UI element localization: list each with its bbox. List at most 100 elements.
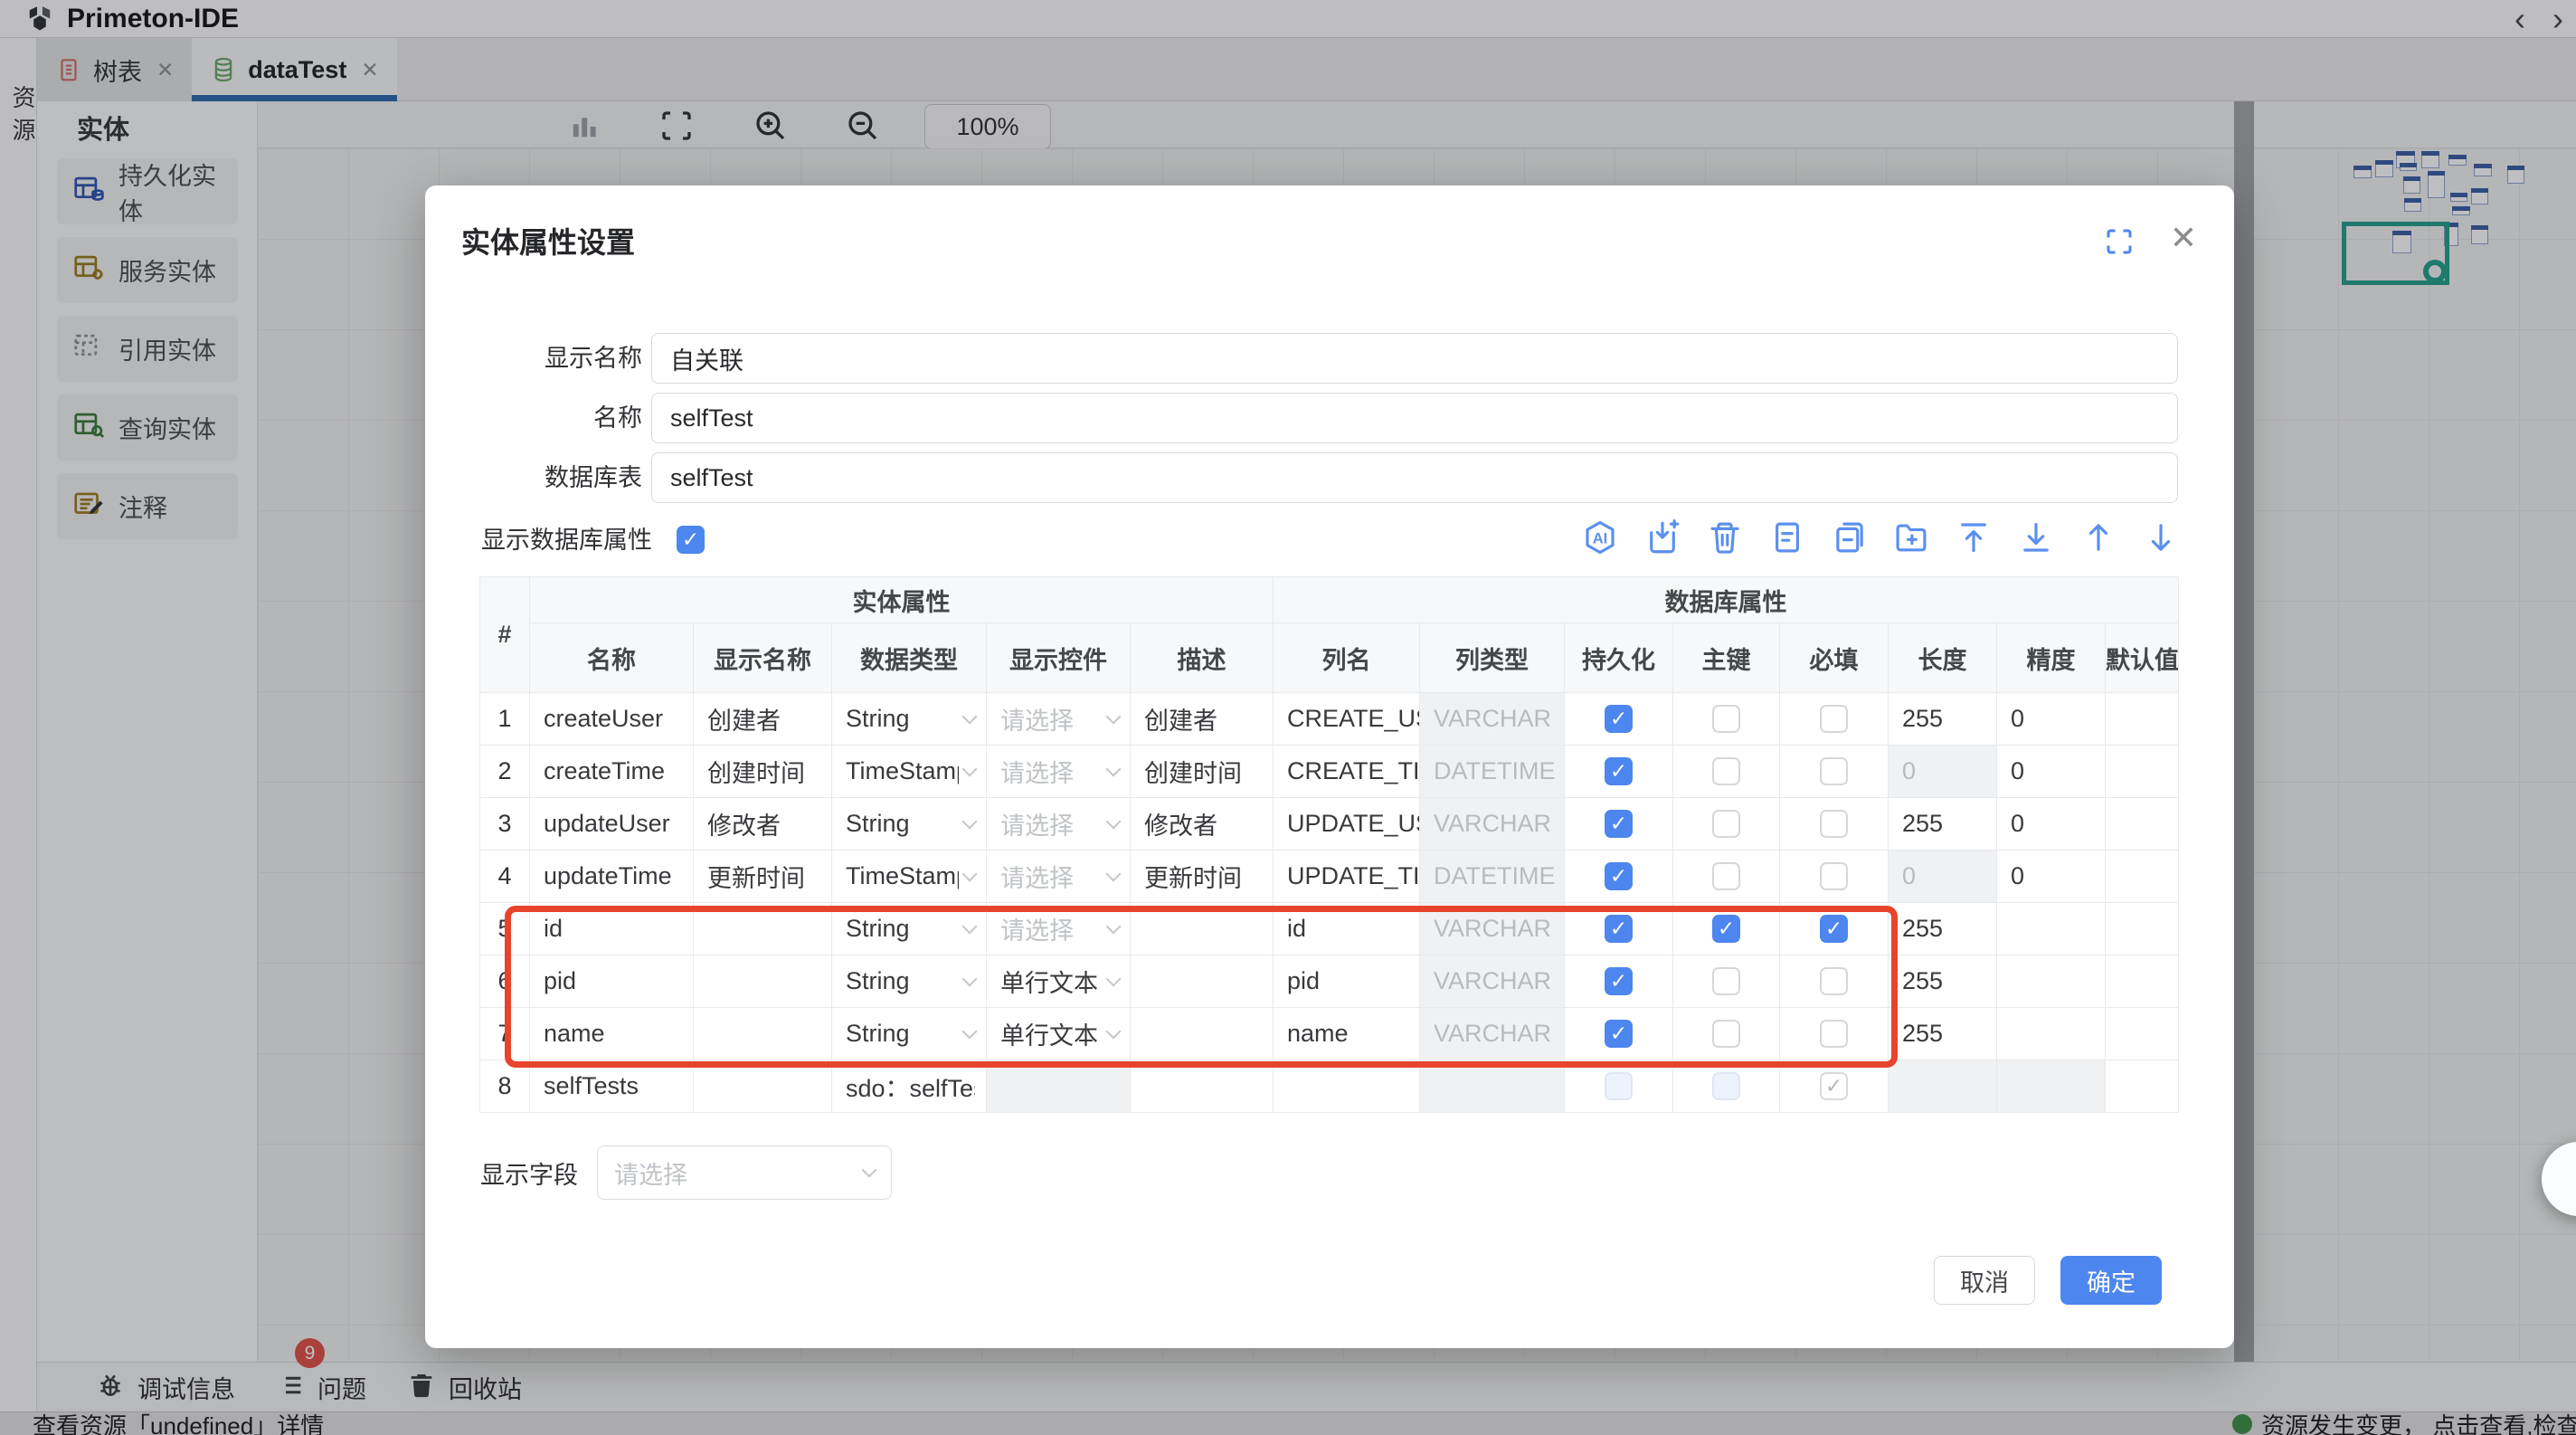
display-field-select[interactable]: 请选择 xyxy=(597,1145,892,1200)
cell-data-type[interactable]: TimeStamp xyxy=(832,851,987,903)
toolbar-copy-icon[interactable] xyxy=(1831,518,1869,561)
toolbar-delete-icon[interactable] xyxy=(1706,518,1744,561)
show-db-attrs-label: 显示数据库属性 xyxy=(481,522,652,558)
cell-name[interactable]: updateTime xyxy=(530,851,694,903)
cell-display-name[interactable]: 修改者 xyxy=(694,798,832,851)
checkbox[interactable] xyxy=(1605,1072,1633,1100)
close-icon[interactable]: ✕ xyxy=(2164,218,2203,258)
cell-default[interactable] xyxy=(2106,693,2179,746)
cell-data-type[interactable]: TimeStamp xyxy=(832,746,987,798)
cell-length[interactable] xyxy=(1889,1060,1997,1113)
toolbar-ai-icon[interactable]: AI xyxy=(1581,518,1619,561)
cell-length[interactable]: 0 xyxy=(1889,746,1997,798)
toolbar-move-top-icon[interactable] xyxy=(1955,518,1993,561)
checkbox[interactable] xyxy=(1712,1072,1740,1100)
cell-control[interactable]: 请选择 xyxy=(987,746,1131,798)
cell-display-name[interactable] xyxy=(694,1060,832,1113)
cell-precision[interactable] xyxy=(1997,1060,2106,1113)
cell-length[interactable]: 0 xyxy=(1889,851,1997,903)
cell-data-type[interactable]: sdo：selfTests xyxy=(832,1060,987,1113)
display-name-field[interactable]: 自关联 xyxy=(651,333,2178,384)
checkbox[interactable]: ✓ xyxy=(1605,757,1633,785)
checkbox[interactable] xyxy=(1712,862,1740,890)
cell-length[interactable]: 255 xyxy=(1889,955,1997,1008)
cell-primary-key xyxy=(1673,851,1780,903)
cell-length[interactable]: 255 xyxy=(1889,1008,1997,1060)
toolbar-import-icon[interactable] xyxy=(1643,518,1681,561)
cell-precision[interactable] xyxy=(1997,955,2106,1008)
cell-default[interactable] xyxy=(2106,955,2179,1008)
cell-name[interactable]: selfTests xyxy=(530,1060,694,1113)
cell-description[interactable]: 创建者 xyxy=(1131,693,1274,746)
cell-column-name[interactable]: UPDATE_USER xyxy=(1274,798,1420,851)
toolbar-move-up-icon[interactable] xyxy=(2079,518,2117,561)
db-table-field[interactable]: selfTest xyxy=(651,452,2178,503)
cell-name[interactable]: createUser xyxy=(530,693,694,746)
cell-control[interactable] xyxy=(987,1060,1131,1113)
chevron-down-icon xyxy=(1106,761,1122,776)
cell-control[interactable]: 请选择 xyxy=(987,798,1131,851)
cell-description[interactable]: 更新时间 xyxy=(1131,851,1274,903)
cell-column-name[interactable] xyxy=(1274,1060,1420,1113)
cell-precision[interactable] xyxy=(1997,903,2106,955)
checkbox[interactable]: ✓ xyxy=(1605,810,1633,838)
cell-persist: ✓ xyxy=(1565,851,1673,903)
cancel-button[interactable]: 取消 xyxy=(1934,1256,2035,1305)
toolbar-folder-add-icon[interactable] xyxy=(1892,518,1930,561)
cell-precision[interactable]: 0 xyxy=(1997,693,2106,746)
maximize-icon[interactable] xyxy=(2103,225,2136,258)
toolbar-document-icon[interactable] xyxy=(1768,518,1806,561)
cell-control[interactable]: 请选择 xyxy=(987,851,1131,903)
checkbox[interactable] xyxy=(1820,810,1848,838)
cell-display-name[interactable]: 更新时间 xyxy=(694,851,832,903)
cell-name[interactable]: updateUser xyxy=(530,798,694,851)
chevron-down-icon xyxy=(962,761,978,776)
toolbar-move-bottom-icon[interactable] xyxy=(2017,518,2055,561)
cell-column-type xyxy=(1420,1060,1565,1113)
col-header: 显示名称 xyxy=(694,623,832,693)
checkbox[interactable] xyxy=(1820,862,1848,890)
toolbar-move-down-icon[interactable] xyxy=(2142,518,2180,561)
cell-length[interactable]: 255 xyxy=(1889,903,1997,955)
cell-description[interactable]: 创建时间 xyxy=(1131,746,1274,798)
cell-length[interactable]: 255 xyxy=(1889,693,1997,746)
cell-default[interactable] xyxy=(2106,903,2179,955)
checkbox[interactable] xyxy=(1820,757,1848,785)
cell-length[interactable]: 255 xyxy=(1889,798,1997,851)
cell-default[interactable] xyxy=(2106,746,2179,798)
cell-display-name[interactable]: 创建者 xyxy=(694,693,832,746)
checkbox[interactable] xyxy=(1712,810,1740,838)
cell-precision[interactable]: 0 xyxy=(1997,798,2106,851)
cell-column-name[interactable]: CREATE_USER xyxy=(1274,693,1420,746)
cell-default[interactable] xyxy=(2106,1060,2179,1113)
checkbox[interactable]: ✓ xyxy=(1820,1072,1848,1100)
cell-precision[interactable]: 0 xyxy=(1997,746,2106,798)
cell-default[interactable] xyxy=(2106,851,2179,903)
cell-default[interactable] xyxy=(2106,1008,2179,1060)
cell-data-type[interactable]: String xyxy=(832,693,987,746)
checkbox[interactable] xyxy=(1712,705,1740,733)
screen: Primeton-IDE ‹ › 资源 树表 ✕ dataTest ✕ xyxy=(0,0,2576,1435)
col-header: 列类型 xyxy=(1420,623,1565,693)
cell-description[interactable] xyxy=(1131,1060,1274,1113)
cell-description[interactable]: 修改者 xyxy=(1131,798,1274,851)
show-db-attrs-checkbox[interactable]: ✓ xyxy=(677,526,705,554)
checkbox[interactable]: ✓ xyxy=(1605,862,1633,890)
cell-display-name[interactable]: 创建时间 xyxy=(694,746,832,798)
db-table-label: 数据库表 xyxy=(425,452,642,503)
cell-persist: ✓ xyxy=(1565,798,1673,851)
checkbox[interactable]: ✓ xyxy=(1605,705,1633,733)
checkbox[interactable] xyxy=(1712,757,1740,785)
cell-control[interactable]: 请选择 xyxy=(987,693,1131,746)
ok-button[interactable]: 确定 xyxy=(2060,1256,2162,1305)
cell-column-name[interactable]: UPDATE_TIME xyxy=(1274,851,1420,903)
name-field[interactable]: selfTest xyxy=(651,393,2178,443)
cell-name[interactable]: createTime xyxy=(530,746,694,798)
cell-precision[interactable]: 0 xyxy=(1997,851,2106,903)
checkbox[interactable] xyxy=(1820,705,1848,733)
cell-precision[interactable] xyxy=(1997,1008,2106,1060)
cell-default[interactable] xyxy=(2106,798,2179,851)
cell-data-type[interactable]: String xyxy=(832,798,987,851)
group-header-database: 数据库属性 xyxy=(1274,577,2179,623)
cell-column-name[interactable]: CREATE_TIME xyxy=(1274,746,1420,798)
